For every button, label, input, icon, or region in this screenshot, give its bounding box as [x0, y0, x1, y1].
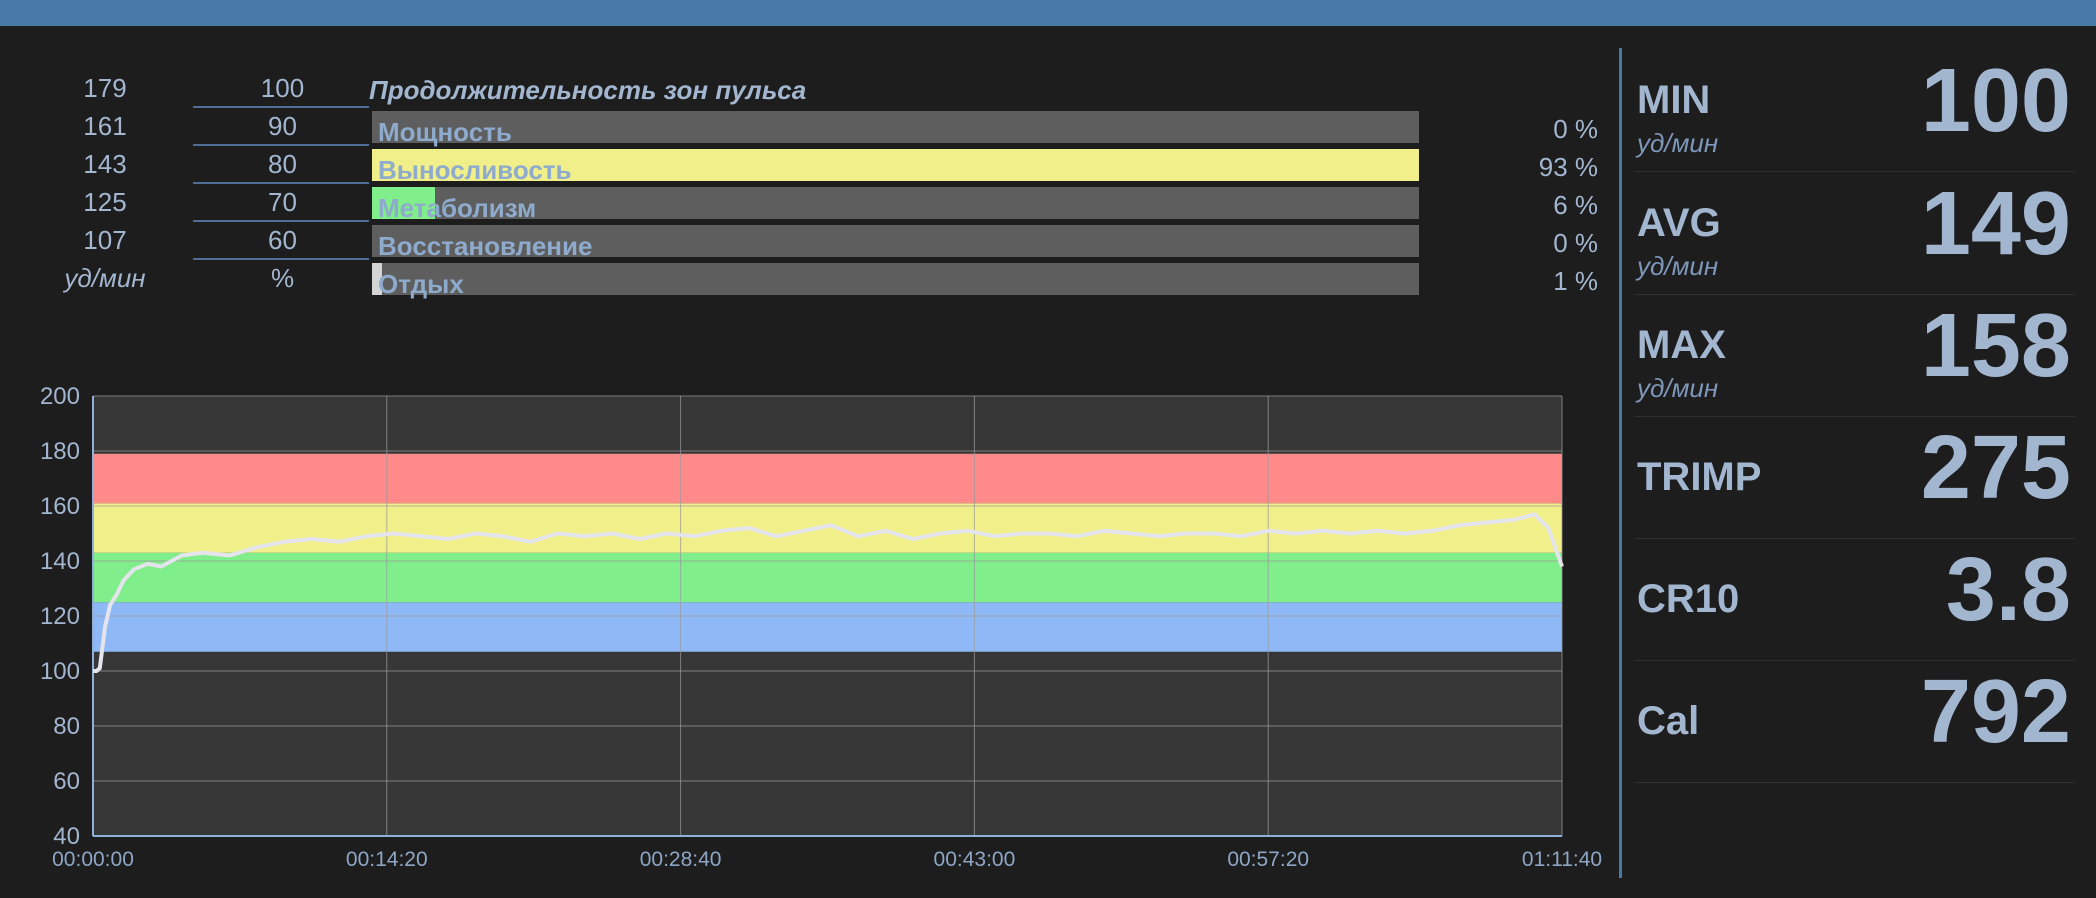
zone-divider [193, 144, 369, 146]
stat-unit: уд/мин [1637, 128, 1719, 158]
x-tick-label: 00:43:00 [934, 848, 1016, 871]
top-bar [0, 0, 2096, 26]
y-tick-label: 60 [53, 768, 80, 795]
stat-value: 792 [1920, 662, 2071, 762]
unit-percent: % [270, 263, 295, 293]
x-tick-label: 01:11:40 [1522, 848, 1602, 871]
zone-bpm: 179 [83, 73, 127, 103]
stat-label: CR10 [1637, 577, 1740, 621]
stat-value: 158 [1920, 296, 2071, 396]
zone-band [93, 453, 1562, 504]
zone-percent: 80 [268, 149, 297, 179]
zone-row-metabolism: 143 80 Метаболизм 6 % [0, 147, 1620, 223]
zone-row-rest: 107 60 Отдых 1 % [0, 223, 1620, 299]
zone-bpm: 161 [83, 111, 127, 141]
zone-percent: 60 [268, 225, 297, 255]
heart-rate-chart: 40 60 80 100 120 140 160 180 200 00:00:00 00:14:20… [40, 383, 1602, 871]
zone-bpm: 143 [83, 149, 127, 179]
stat-avg: AVG уд/мин 149 [1635, 171, 2075, 295]
y-tick-label: 100 [40, 658, 80, 685]
panel-divider [1619, 48, 1622, 878]
y-tick-label: 180 [40, 438, 80, 465]
y-tick-label: 120 [40, 603, 80, 630]
zone-band [93, 602, 1562, 652]
zone-row-recovery: 125 70 Восстановление 0 % [0, 185, 1620, 261]
stat-min: MIN уд/мин 100 [1635, 48, 2075, 172]
zone-bpm: 107 [83, 225, 127, 255]
stat-unit: уд/мин [1637, 251, 1719, 281]
stat-value: 275 [1920, 418, 2071, 518]
zone-divider [193, 182, 369, 184]
stat-cal: Cal 792 [1635, 659, 2075, 783]
y-tick-label: 140 [40, 548, 80, 575]
zone-percent: 100 [260, 73, 305, 103]
zone-band [93, 552, 1562, 603]
unit-bpm: уд/мин [64, 263, 146, 293]
zone-divider [193, 106, 369, 108]
stat-value: 3.8 [1945, 540, 2071, 640]
stat-trimp: TRIMP 275 [1635, 415, 2075, 539]
y-tick-label: 200 [40, 383, 80, 410]
zone-percent: 90 [268, 111, 297, 141]
zone-percent: 70 [268, 187, 297, 217]
zone-units-row: уд/мин % [0, 261, 1620, 299]
y-tick-label: 160 [40, 493, 80, 520]
stat-value: 149 [1920, 174, 2071, 274]
y-tick-label: 40 [53, 823, 80, 850]
x-tick-label: 00:57:20 [1227, 848, 1309, 871]
zone-row-endurance: 161 90 Выносливость 93 % [0, 109, 1620, 185]
zone-divider [193, 220, 369, 222]
x-tick-label: 00:00:00 [52, 848, 134, 871]
stat-label: MAX [1637, 323, 1726, 367]
zone-row-power: 179 100 Мощность 0 % [0, 71, 1620, 147]
stat-label: MIN [1637, 78, 1711, 122]
y-tick-label: 80 [53, 713, 80, 740]
zone-divider [193, 258, 369, 260]
stat-label: TRIMP [1637, 455, 1762, 499]
zone-bpm: 125 [83, 187, 127, 217]
stat-unit: уд/мин [1637, 373, 1719, 403]
x-tick-label: 00:28:40 [640, 848, 722, 871]
stat-cr10: CR10 3.8 [1635, 537, 2075, 661]
stat-max: MAX уд/мин 158 [1635, 293, 2075, 417]
x-tick-label: 00:14:20 [346, 848, 428, 871]
stat-label: Cal [1637, 699, 1700, 743]
stat-value: 100 [1920, 51, 2071, 151]
stat-label: AVG [1637, 201, 1721, 245]
